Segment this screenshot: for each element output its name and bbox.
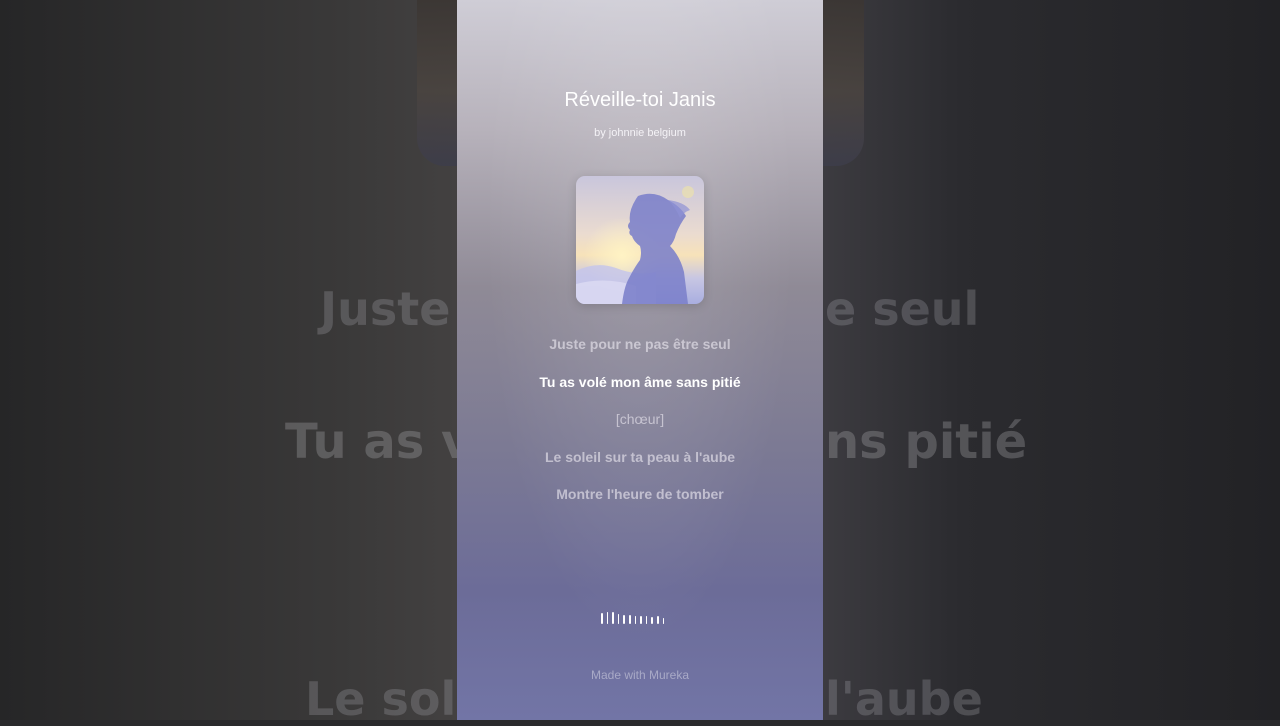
blurred-lyric-left: Juste (320, 282, 451, 336)
song-title: Réveille-toi Janis (564, 89, 716, 111)
blurred-background-left (0, 0, 457, 720)
lyric-line: Le soleil sur ta peau à l'aube (544, 449, 736, 465)
sun-badge-icon (682, 186, 694, 198)
blurred-lyric-right: e seul (825, 282, 980, 336)
blurred-background-right (823, 0, 1280, 720)
artist-name: by johnnie belgium (594, 127, 686, 139)
album-cover-art (576, 176, 704, 304)
blurred-lyric-right: l'aube (825, 672, 983, 726)
lyric-line: Juste pour ne pas être seul (549, 336, 731, 352)
lyric-line-current: Tu as volé mon âme sans pitié (539, 374, 741, 390)
blurred-lyric-right: ns pitié (825, 414, 1028, 470)
lyric-line: Montre l'heure de tomber (556, 486, 724, 502)
footer-credit: Made with Mureka (590, 668, 690, 682)
audio-waveform-icon (601, 608, 681, 624)
album-cover (576, 176, 704, 304)
lyric-line: [chœur] (615, 411, 665, 427)
lyrics-player-panel: Réveille-toi Janis by johnnie belgium Ju… (457, 0, 823, 720)
